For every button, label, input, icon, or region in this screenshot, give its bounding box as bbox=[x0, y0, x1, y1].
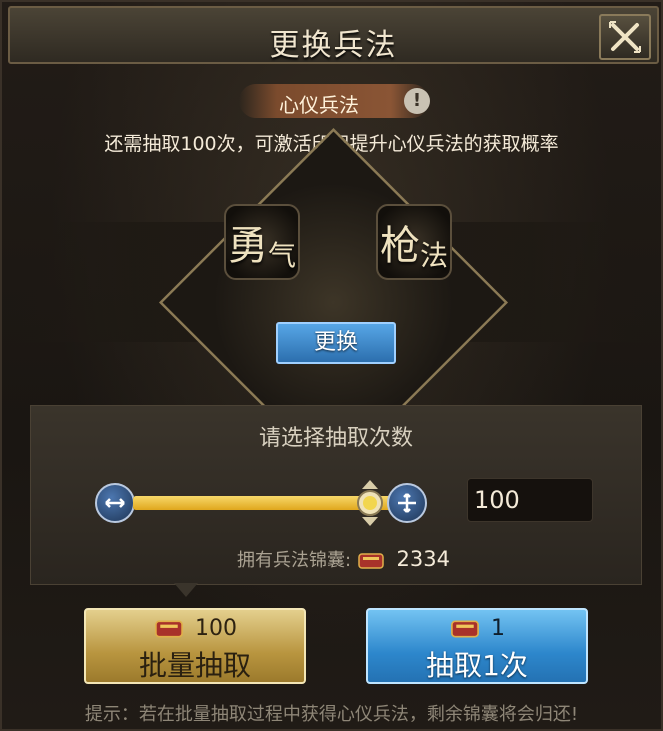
plus-arrows-icon bbox=[398, 493, 416, 513]
single-cost-value: 1 bbox=[491, 616, 505, 641]
increase-button[interactable] bbox=[387, 483, 427, 523]
decrease-button[interactable] bbox=[95, 483, 135, 523]
strategy-glyph-courage: 勇气 bbox=[224, 204, 300, 280]
selector-pointer bbox=[174, 583, 198, 597]
batch-draw-label: 批量抽取 bbox=[138, 649, 251, 682]
arrow-left-right-icon bbox=[105, 498, 125, 508]
draw-quantity-input[interactable]: 100 bbox=[467, 478, 593, 522]
batch-cost: 100 bbox=[86, 616, 304, 641]
preferred-strategy-pill: 心仪兵法 ! bbox=[239, 84, 430, 118]
slider-fill bbox=[133, 496, 393, 510]
close-button[interactable] bbox=[599, 14, 651, 60]
preferred-strategy-label: 心仪兵法 bbox=[279, 93, 359, 117]
batch-draw-button[interactable]: 100 批量抽取 bbox=[84, 608, 306, 684]
single-cost: 1 bbox=[368, 616, 586, 641]
strategy-glyph-spear: 枪法 bbox=[376, 204, 452, 280]
draw-count-selector: 请选择抽取次数 100 拥有兵法锦囊: 2334 bbox=[30, 405, 642, 585]
strategy-emblem: 勇气 枪法 更换 bbox=[2, 127, 663, 478]
change-strategy-panel: 更换兵法 心仪兵法 ! 还需抽取100次，可激活印记提升心仪兵法的获取概率 勇气… bbox=[0, 0, 663, 731]
swap-button[interactable]: 更换 bbox=[276, 322, 396, 364]
batch-cost-value: 100 bbox=[195, 616, 237, 641]
owned-label: 拥有兵法锦囊: bbox=[237, 550, 352, 571]
owned-count: 2334 bbox=[396, 547, 450, 571]
draw-count-slider[interactable] bbox=[133, 496, 393, 510]
strategy-pouch-icon bbox=[451, 620, 479, 637]
title-bar: 更换兵法 bbox=[8, 6, 659, 64]
strategy-pouch-icon bbox=[155, 620, 183, 637]
selector-title: 请选择抽取次数 bbox=[258, 426, 413, 451]
slider-thumb[interactable] bbox=[355, 480, 385, 526]
info-icon[interactable]: ! bbox=[404, 88, 430, 114]
window-title: 更换兵法 bbox=[269, 28, 398, 63]
single-draw-button[interactable]: 1 抽取1次 bbox=[366, 608, 588, 684]
owned-pouches: 拥有兵法锦囊: 2334 bbox=[237, 546, 450, 572]
single-draw-label: 抽取1次 bbox=[426, 649, 528, 682]
strategy-pouch-icon bbox=[358, 553, 384, 569]
footer-tip: 提示：若在批量抽取过程中获得心仪兵法，剩余锦囊将会归还! bbox=[84, 704, 579, 725]
close-icon bbox=[609, 21, 641, 53]
